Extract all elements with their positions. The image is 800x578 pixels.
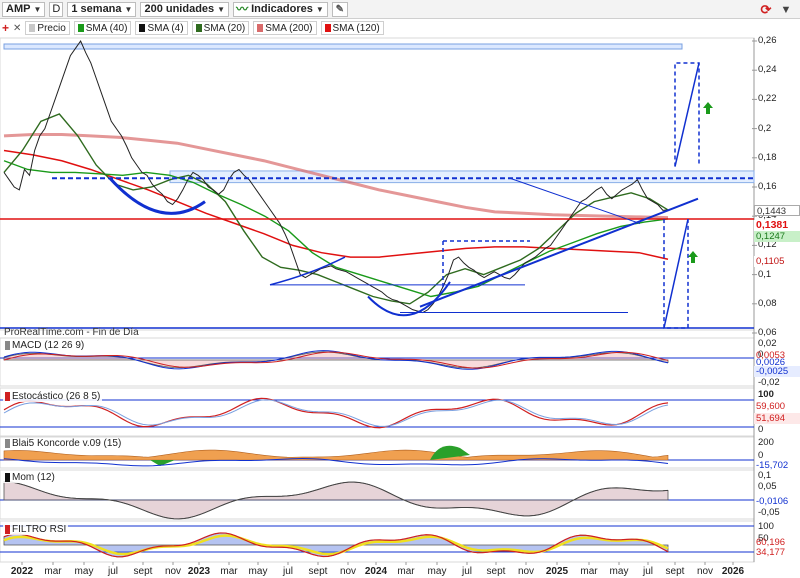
macd-tick: -0,02 — [758, 377, 780, 388]
panel-title-konc[interactable]: Blai5 Koncorde v.09 (15) — [3, 438, 124, 449]
price-tick: 0,06 — [758, 327, 777, 338]
panel-title-mom[interactable]: Mom (12) — [3, 472, 57, 483]
rsi-value: 34,177 — [756, 547, 786, 558]
price-tick: 0,18 — [758, 151, 777, 163]
time-tick: nov — [696, 566, 714, 577]
panel-frame — [0, 337, 755, 387]
price-tick: 0,24 — [758, 64, 777, 76]
time-tick: jul — [642, 566, 654, 577]
stoch-tick: 100 — [758, 389, 774, 400]
time-tick: mar — [220, 566, 238, 577]
time-tick: mar — [397, 566, 415, 577]
panel-frame — [0, 37, 755, 331]
time-tick: 2024 — [364, 566, 388, 577]
panel-swatch — [5, 439, 10, 448]
time-tick: nov — [517, 566, 535, 577]
chart-svg — [0, 37, 757, 565]
time-tick: 2026 — [721, 566, 745, 577]
time-tick: may — [609, 566, 629, 577]
time-tick: sept — [665, 566, 685, 577]
panel-frame — [0, 387, 755, 437]
panel-swatch — [5, 392, 10, 401]
time-tick: 2025 — [545, 566, 569, 577]
time-tick: mar — [44, 566, 62, 577]
panel-title-label: Estocástico (26 8 5) — [12, 391, 101, 402]
price-tick: 0,2 — [758, 122, 772, 134]
panel-title-label: Mom (12) — [12, 472, 55, 483]
mom-tick: -0,05 — [758, 507, 780, 518]
panel-title-label: FILTRO RSI — [12, 524, 67, 535]
macd-tick: 0,02 — [758, 338, 777, 349]
time-tick: may — [248, 566, 268, 577]
panel-swatch — [5, 341, 10, 350]
price-tick: 0,16 — [758, 181, 777, 192]
time-tick: jul — [461, 566, 473, 577]
resistance-zone-top — [3, 43, 683, 50]
panel-title-macd[interactable]: MACD (12 26 9) — [3, 340, 87, 351]
price-tick: 0,08 — [758, 297, 777, 309]
time-tick: sept — [486, 566, 506, 577]
panel-swatch — [5, 473, 10, 482]
time-tick: mar — [580, 566, 598, 577]
price-value-sma40: 0,1247 — [754, 231, 800, 242]
panel-title-label: MACD (12 26 9) — [12, 340, 85, 351]
time-tick: jul — [107, 566, 119, 577]
time-tick: nov — [339, 566, 357, 577]
price-value-sma4: 0,1443 — [754, 205, 800, 217]
panel-title-stoch[interactable]: Estocástico (26 8 5) — [3, 391, 103, 402]
time-tick: sept — [308, 566, 328, 577]
resistance-zone-mid — [169, 170, 755, 184]
time-tick: may — [427, 566, 447, 577]
konc-tick: 200 — [758, 437, 774, 448]
panel-title-rsi[interactable]: FILTRO RSI — [3, 524, 69, 535]
time-tick: 2023 — [187, 566, 211, 577]
time-tick: 2022 — [10, 566, 34, 577]
panel-swatch — [5, 525, 10, 534]
macd-value: -0,0025 — [754, 366, 800, 377]
price-tick: 0,26 — [758, 35, 777, 46]
panel-title-label: Blai5 Koncorde v.09 (15) — [12, 438, 122, 449]
price-value-sma120: 0,1105 — [754, 256, 800, 267]
time-tick: may — [74, 566, 94, 577]
price-value-last: 0,1381 — [754, 220, 800, 231]
time-tick: jul — [282, 566, 294, 577]
rsi-tick: 100 — [758, 521, 774, 532]
stoch-value: 59,600 — [756, 401, 786, 412]
source-caption: ProRealTime.com - Fin de Día — [4, 327, 139, 338]
time-tick: sept — [133, 566, 153, 577]
time-tick: nov — [164, 566, 182, 577]
price-tick: 0,22 — [758, 93, 777, 105]
mom-tick: 0,1 — [758, 470, 772, 481]
mom-tick: 0,05 — [758, 481, 777, 492]
mom-value: -0,0106 — [756, 496, 789, 507]
stoch-value: 51,694 — [754, 413, 800, 424]
stoch-tick: 0 — [758, 424, 764, 435]
price-tick: 0,1 — [758, 268, 772, 280]
